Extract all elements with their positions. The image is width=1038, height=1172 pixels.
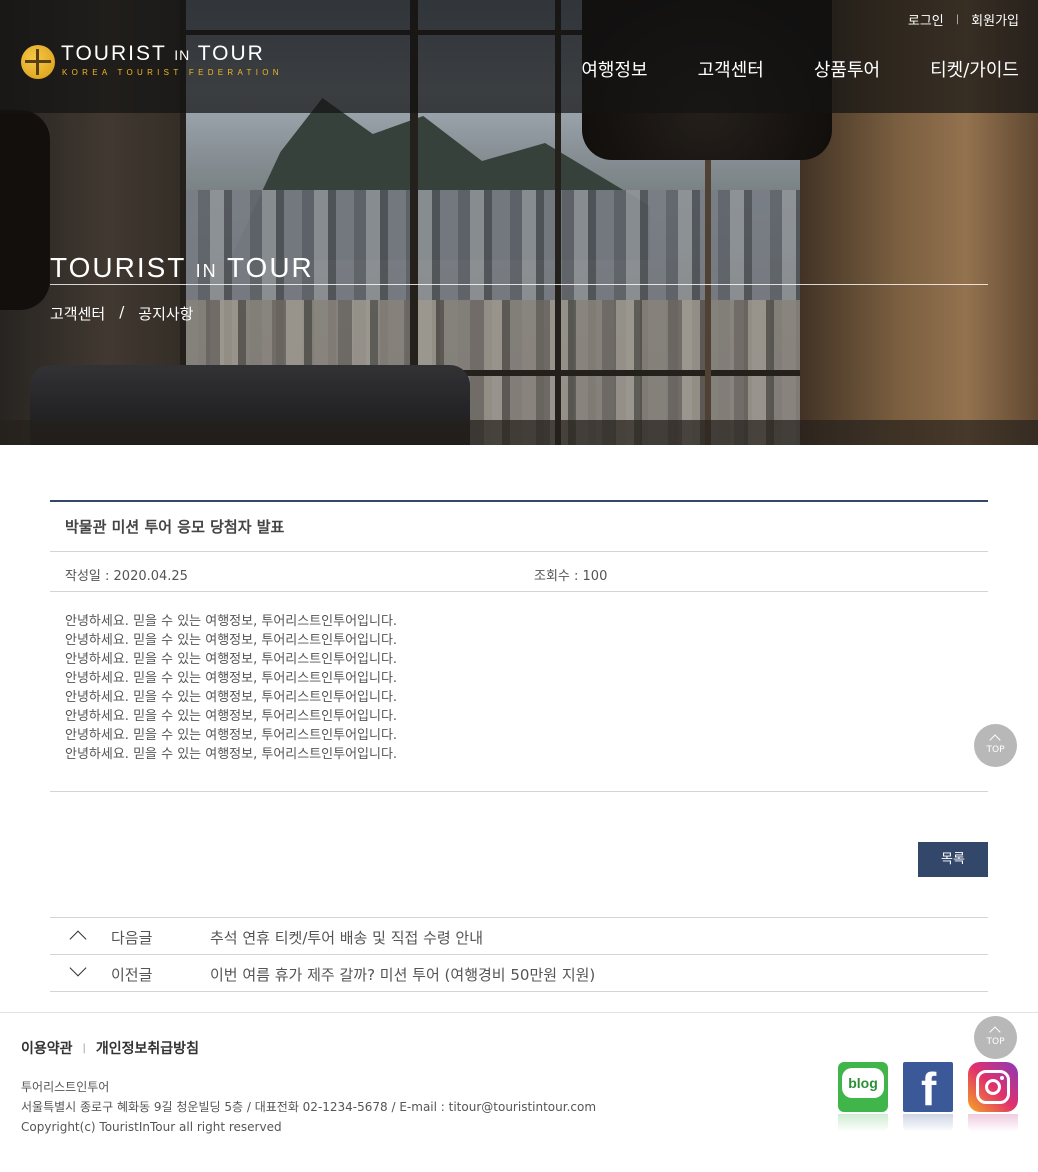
prev-post-label: 이전글 bbox=[111, 966, 153, 984]
list-button[interactable]: 목록 bbox=[918, 842, 988, 877]
divider: | bbox=[82, 1042, 86, 1054]
post-line: 안녕하세요. 믿을 수 있는 여행정보, 투어리스트인투어입니다. bbox=[65, 728, 398, 743]
footer-links: 이용약관 | 개인정보취급방침 bbox=[21, 1038, 199, 1058]
facebook-reflection bbox=[903, 1114, 953, 1132]
post-views: 조회수 : 100 bbox=[534, 569, 608, 584]
blog-link[interactable]: blog bbox=[838, 1062, 888, 1112]
site-logo[interactable]: TOURIST IN TOUR KOREA TOURIST FEDERATION bbox=[21, 42, 281, 82]
next-post-row[interactable]: 다음글 추석 연휴 티켓/투어 배송 및 직접 수령 안내 bbox=[50, 918, 988, 955]
login-link[interactable]: 로그인 bbox=[908, 10, 944, 29]
instagram-reflection bbox=[968, 1114, 1018, 1132]
logo-tagline: KOREA TOURIST FEDERATION bbox=[62, 68, 283, 77]
facebook-link[interactable]: f bbox=[903, 1062, 953, 1115]
signup-link[interactable]: 회원가입 bbox=[971, 10, 1019, 29]
nav-item-travel-info[interactable]: 여행정보 bbox=[581, 56, 647, 82]
post-line: 안녕하세요. 믿을 수 있는 여행정보, 투어리스트인투어입니다. bbox=[65, 633, 398, 648]
post-content: 안녕하세요. 믿을 수 있는 여행정보, 투어리스트인투어입니다. 안녕하세요.… bbox=[50, 592, 988, 792]
breadcrumb-item-notice[interactable]: 공지사항 bbox=[138, 303, 193, 324]
instagram-link[interactable] bbox=[968, 1062, 1018, 1112]
compass-icon bbox=[21, 45, 55, 79]
nav-item-customer-center[interactable]: 고객센터 bbox=[698, 56, 764, 82]
main-nav: 여행정보 고객센터 상품투어 티켓/가이드 bbox=[531, 56, 1019, 82]
hero-divider bbox=[50, 284, 988, 285]
post-title: 박물관 미션 투어 응모 당첨자 발표 bbox=[50, 502, 988, 552]
next-post-title[interactable]: 추석 연휴 티켓/투어 배송 및 직접 수령 안내 bbox=[210, 927, 483, 948]
post-line: 안녕하세요. 믿을 수 있는 여행정보, 투어리스트인투어입니다. bbox=[65, 671, 398, 686]
post-line: 안녕하세요. 믿을 수 있는 여행정보, 투어리스트인투어입니다. bbox=[65, 614, 398, 629]
post-meta: 작성일 : 2020.04.25 조회수 : 100 bbox=[50, 552, 988, 592]
blog-reflection bbox=[838, 1114, 888, 1132]
post-line: 안녕하세요. 믿을 수 있는 여행정보, 투어리스트인투어입니다. bbox=[65, 747, 398, 762]
prev-post-row[interactable]: 이전글 이번 여름 휴가 제주 갈까? 미션 투어 (여행경비 50만원 지원) bbox=[50, 955, 988, 992]
site-header: TOURIST IN TOUR KOREA TOURIST FEDERATION… bbox=[0, 0, 1038, 113]
post-line: 안녕하세요. 믿을 수 있는 여행정보, 투어리스트인투어입니다. bbox=[65, 690, 398, 705]
facebook-icon: f bbox=[921, 1063, 937, 1115]
chevron-down-icon bbox=[69, 959, 87, 977]
breadcrumb-item-customer-center[interactable]: 고객센터 bbox=[50, 303, 105, 324]
chevron-up-icon bbox=[69, 930, 87, 948]
instagram-icon bbox=[976, 1070, 1010, 1104]
privacy-link[interactable]: 개인정보취급방침 bbox=[96, 1038, 199, 1058]
chevron-up-icon bbox=[989, 734, 1001, 746]
top-links: 로그인 | 회원가입 bbox=[908, 10, 1019, 29]
footer-info: 투어리스트인투어 서울특별시 종로구 혜화동 9길 청운빌딩 5층 / 대표전화… bbox=[21, 1077, 596, 1137]
divider: | bbox=[955, 14, 960, 25]
nav-item-product-tour[interactable]: 상품투어 bbox=[814, 56, 880, 82]
next-post-label: 다음글 bbox=[111, 929, 153, 947]
post-view: 박물관 미션 투어 응모 당첨자 발표 작성일 : 2020.04.25 조회수… bbox=[50, 500, 988, 792]
logo-text: TOURIST IN TOUR bbox=[61, 42, 265, 65]
breadcrumb: 고객센터 / 공지사항 bbox=[50, 303, 193, 324]
scroll-top-label: TOP bbox=[986, 745, 1005, 755]
hero-title: TOURIST IN TOUR bbox=[50, 252, 314, 283]
post-line: 안녕하세요. 믿을 수 있는 여행정보, 투어리스트인투어입니다. bbox=[65, 652, 398, 667]
nav-item-ticket-guide[interactable]: 티켓/가이드 bbox=[930, 56, 1019, 82]
company-address: 서울특별시 종로구 혜화동 9길 청운빌딩 5층 / 대표전화 02-1234-… bbox=[21, 1100, 597, 1114]
prev-post-title[interactable]: 이번 여름 휴가 제주 갈까? 미션 투어 (여행경비 50만원 지원) bbox=[210, 964, 595, 985]
copyright: Copyright(c) TouristInTour all right res… bbox=[21, 1120, 282, 1134]
post-line: 안녕하세요. 믿을 수 있는 여행정보, 투어리스트인투어입니다. bbox=[65, 709, 398, 724]
scroll-top-button[interactable]: TOP bbox=[974, 724, 1017, 767]
terms-link[interactable]: 이용약관 bbox=[21, 1038, 73, 1058]
company-name: 투어리스트인투어 bbox=[21, 1080, 110, 1094]
breadcrumb-separator: / bbox=[119, 303, 125, 321]
post-date: 작성일 : 2020.04.25 bbox=[65, 569, 188, 584]
blog-icon: blog bbox=[842, 1068, 884, 1098]
adjacent-posts: 다음글 추석 연휴 티켓/투어 배송 및 직접 수령 안내 이전글 이번 여름 … bbox=[50, 917, 988, 992]
